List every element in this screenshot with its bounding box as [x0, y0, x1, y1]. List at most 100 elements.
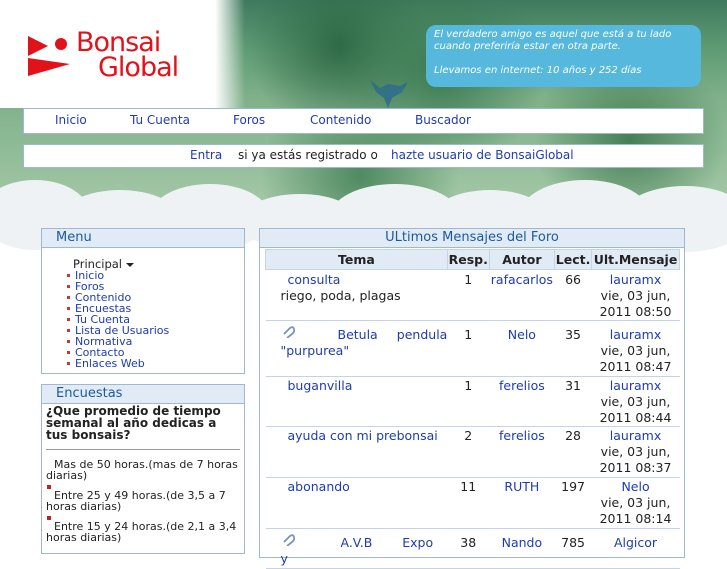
- menu-title: Menu: [42, 229, 244, 248]
- menu-item-enlaces-web[interactable]: Enlaces Web: [75, 358, 145, 369]
- topic-cell: A.V.B Expo y: [265, 528, 448, 569]
- last-date: vie, 03 jun, 2011 08:47: [599, 343, 672, 374]
- reads-cell: 31: [554, 376, 592, 427]
- last-user-link[interactable]: Nelo: [592, 479, 680, 495]
- author-link[interactable]: rafacarlos: [489, 269, 555, 321]
- replies-cell: 38: [447, 528, 490, 569]
- table-row: abonando 11 RUTH 197 Nelo vie, 03 jun, 2…: [265, 477, 680, 529]
- topic-cell: consulta riego, poda, plagas: [265, 269, 448, 321]
- last-message-cell: Algicor: [591, 528, 680, 569]
- site-logo[interactable]: Bonsai Global: [26, 28, 206, 84]
- last-message-cell: lauramx vie, 03 jun, 2011 08:37: [591, 426, 680, 478]
- poll-option[interactable]: Mas de 50 horas.(mas de 7 horas diarias): [46, 459, 242, 481]
- nav-item-contenido[interactable]: Contenido: [310, 113, 371, 127]
- topic-link[interactable]: ayuda con mi prebonsai: [266, 428, 448, 444]
- table-row: buganvilla 1 ferelios 31 lauramx vie, 03…: [265, 376, 680, 427]
- topic-link[interactable]: A.V.B Expo y: [281, 535, 448, 567]
- last-user-link[interactable]: Algicor: [592, 535, 680, 551]
- poll-option-label: Entre 25 y 49 horas.(de 3,5 a 7 horas di…: [46, 489, 226, 513]
- last-date: vie, 03 jun, 2011 08:37: [599, 444, 672, 475]
- topic-cell: Betula pendula "purpurea": [265, 320, 448, 377]
- nav-item-inicio[interactable]: Inicio: [55, 113, 87, 127]
- replies-cell: 1: [447, 376, 490, 427]
- author-link[interactable]: RUTH: [489, 477, 555, 529]
- topic-link[interactable]: consulta: [266, 270, 448, 288]
- poll-option[interactable]: Entre 15 y 24 horas.(de 2,1 a 3,4 horas …: [46, 521, 242, 543]
- author-link[interactable]: Nando: [489, 528, 555, 569]
- logo-text-line2: Global: [98, 52, 179, 83]
- poll-option-label: Mas de 50 horas.(mas de 7 horas diarias): [46, 458, 238, 482]
- reads-cell: 197: [554, 477, 592, 529]
- last-message-cell: Nelo vie, 03 jun, 2011 08:14: [591, 477, 680, 529]
- author-link[interactable]: ferelios: [489, 376, 555, 427]
- bullet-icon: [67, 296, 70, 299]
- replies-cell: 11: [447, 477, 490, 529]
- last-date: vie, 03 jun, 2011 08:14: [599, 495, 672, 526]
- quote-text: El verdadero amigo es aquel que está a t…: [434, 29, 672, 52]
- poll-option-label: Entre 15 y 24 horas.(de 2,1 a 3,4 horas …: [46, 520, 237, 544]
- last-user-link[interactable]: lauramx: [592, 272, 680, 288]
- last-date: vie, 03 jun, 2011 08:50: [599, 288, 672, 319]
- bullet-icon: [67, 318, 70, 321]
- table-row: A.V.B Expo y 38 Nando 785 Algicor: [265, 528, 680, 569]
- topic-link[interactable]: Betula pendula "purpurea": [281, 327, 448, 359]
- forum-table: Tema Resp. Autor Lect. Ult.Mensaje consu…: [265, 249, 680, 569]
- forum-title: ULtimos Mensajes del Foro: [260, 229, 684, 248]
- bullet-icon: [67, 329, 70, 332]
- nav-item-buscador[interactable]: Buscador: [415, 113, 471, 127]
- last-user-link[interactable]: lauramx: [592, 378, 680, 394]
- bird-icon: [370, 80, 408, 108]
- chevron-down-icon: [125, 263, 134, 267]
- nav-item-tu-cuenta[interactable]: Tu Cuenta: [130, 113, 190, 127]
- bullet-icon: [67, 351, 70, 354]
- poll-title: Encuestas: [42, 385, 244, 404]
- last-user-link[interactable]: lauramx: [592, 428, 680, 444]
- reads-cell: 66: [554, 269, 592, 321]
- menu-panel: Menu Principal Inicio Foros Contenido En…: [41, 228, 245, 374]
- poll-question: ¿Que promedio de tiempo semanal al año d…: [46, 404, 221, 442]
- login-text: si ya estás registrado o: [238, 148, 378, 162]
- poll-option[interactable]: Entre 25 y 49 horas.(de 3,5 a 7 horas di…: [46, 490, 242, 512]
- quote-box: El verdadero amigo es aquel que está a t…: [426, 25, 701, 87]
- author-link[interactable]: ferelios: [489, 426, 555, 478]
- attachment-icon: [282, 534, 295, 546]
- nav-item-foros[interactable]: Foros: [233, 113, 265, 127]
- replies-cell: 1: [447, 320, 490, 377]
- topic-link[interactable]: abonando: [266, 479, 448, 495]
- table-row: consulta riego, poda, plagas 1 rafacarlo…: [265, 269, 680, 321]
- last-date: vie, 03 jun, 2011 08:44: [599, 394, 672, 425]
- bullet-icon: [67, 274, 70, 277]
- last-message-cell: lauramx vie, 03 jun, 2011 08:44: [591, 376, 680, 427]
- topic-cell: ayuda con mi prebonsai: [265, 426, 448, 478]
- login-bar: Entra si ya estás registrado o hazte usu…: [23, 144, 704, 168]
- column-header-lect: Lect.: [554, 249, 593, 270]
- last-message-cell: lauramx vie, 03 jun, 2011 08:50: [591, 269, 680, 321]
- login-link[interactable]: Entra: [190, 148, 222, 162]
- reads-cell: 785: [554, 528, 592, 569]
- replies-cell: 2: [447, 426, 490, 478]
- header-fade: [215, 0, 245, 108]
- column-header-resp: Resp.: [446, 249, 490, 270]
- topic-subtitle: riego, poda, plagas: [280, 288, 401, 303]
- table-row: ayuda con mi prebonsai 2 ferelios 28 lau…: [265, 426, 680, 478]
- table-header-row: Tema Resp. Autor Lect. Ult.Mensaje: [265, 249, 680, 270]
- forum-panel: ULtimos Mensajes del Foro Tema Resp. Aut…: [259, 228, 685, 569]
- last-message-cell: lauramx vie, 03 jun, 2011 08:47: [591, 320, 680, 377]
- author-link[interactable]: Nelo: [489, 320, 555, 377]
- topic-cell: buganvilla: [265, 376, 448, 427]
- column-header-tema: Tema: [265, 249, 448, 270]
- table-row: Betula pendula "purpurea" 1 Nelo 35 laur…: [265, 320, 680, 377]
- reads-cell: 28: [554, 426, 592, 478]
- topic-link[interactable]: buganvilla: [266, 378, 448, 394]
- bullet-icon: [67, 285, 70, 288]
- poll-divider: [46, 449, 240, 450]
- bullet-icon: [67, 362, 70, 365]
- bullet-icon: [67, 340, 70, 343]
- register-link[interactable]: hazte usuario de BonsaiGlobal: [391, 148, 574, 162]
- main-navigation: Inicio Tu Cuenta Foros Contenido Buscado…: [23, 108, 704, 134]
- poll-panel: Encuestas ¿Que promedio de tiempo semana…: [41, 384, 245, 554]
- site-age-text: Llevamos en internet: 10 años y 252 días: [434, 65, 642, 76]
- last-user-link[interactable]: lauramx: [592, 327, 680, 343]
- reads-cell: 35: [554, 320, 592, 377]
- bullet-icon: [67, 307, 70, 310]
